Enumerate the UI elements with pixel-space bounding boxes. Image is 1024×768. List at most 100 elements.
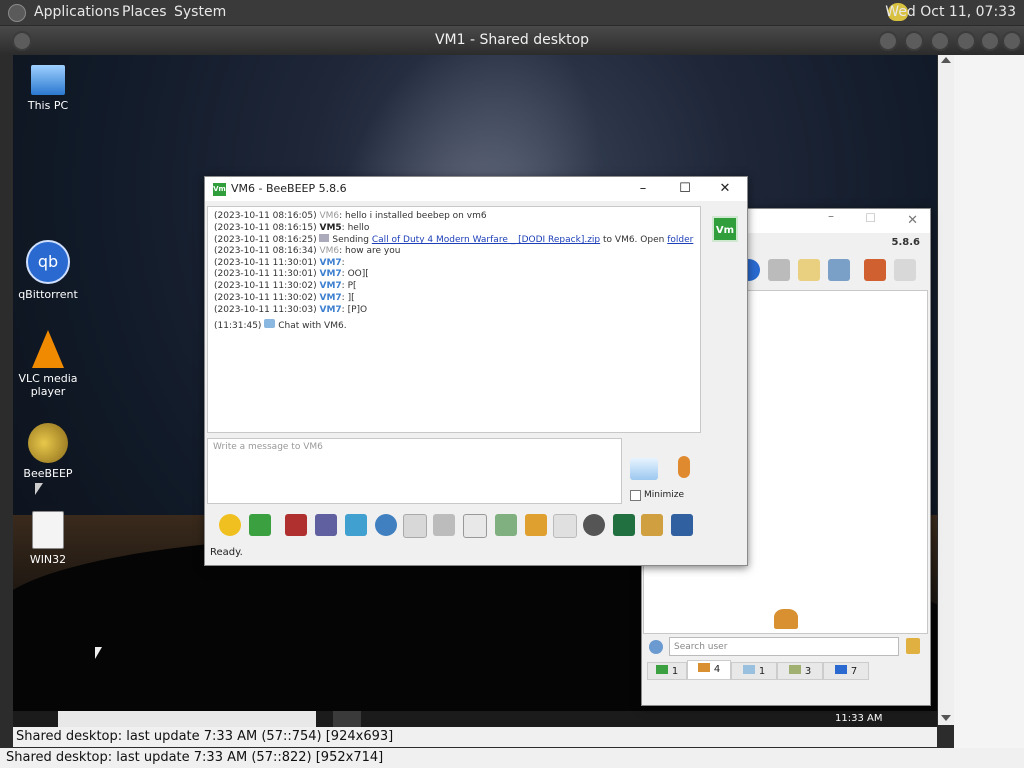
inner-status-bar: Shared desktop: last update 7:33 AM (57:… xyxy=(13,727,937,747)
desktop-icon-qbittorrent[interactable]: qb qBittorrent xyxy=(13,240,88,301)
chat-message: (2023-10-11 11:30:01) VM7: OO][ xyxy=(214,269,369,280)
books-icon[interactable] xyxy=(864,259,886,281)
spellcheck-icon[interactable] xyxy=(403,514,427,538)
tab-count: 1 xyxy=(671,666,679,677)
chat-statusbar: Ready. xyxy=(205,544,745,562)
chat-window-title: VM6 - BeeBEEP 5.8.6 xyxy=(231,182,347,195)
tab-chats[interactable]: 1 xyxy=(647,662,687,680)
menu-places[interactable]: Places xyxy=(122,4,167,20)
filter-icon[interactable] xyxy=(345,514,367,536)
emoticon-icon[interactable] xyxy=(219,514,241,536)
vertical-scrollbar[interactable] xyxy=(938,55,954,725)
send-folder-icon[interactable] xyxy=(525,514,547,536)
chat-message-file: (2023-10-11 08:16:25) Sending Call of Du… xyxy=(214,234,694,246)
vm-titlebar[interactable]: VM1 - Shared desktop xyxy=(0,26,1024,54)
chat-toolbar xyxy=(205,510,699,540)
trash-icon[interactable] xyxy=(894,259,916,281)
chat-titlebar[interactable]: Vm VM6 - BeeBEEP 5.8.6 – ☐ ✕ xyxy=(205,177,747,201)
microphone-icon[interactable] xyxy=(678,456,690,478)
chat-message: (2023-10-11 11:30:02) VM7: ][ xyxy=(214,292,355,303)
messages-icon xyxy=(742,665,755,674)
chat-message: (2023-10-11 08:16:05) VM6: hello i insta… xyxy=(214,211,487,221)
groups-icon xyxy=(788,665,801,674)
gnome-menu-icon[interactable] xyxy=(8,4,26,22)
maximize-icon[interactable]: ☐ xyxy=(665,177,705,201)
outer-status-bar: Shared desktop: last update 7:33 AM (57:… xyxy=(0,748,1024,768)
color-icon[interactable] xyxy=(315,514,337,536)
desktop-icon-win32[interactable]: WIN32 xyxy=(13,511,88,566)
script-icon xyxy=(32,511,64,549)
chat-message: (2023-10-11 11:30:03) VM7: [P]O xyxy=(214,304,368,315)
minimize-icon[interactable]: – xyxy=(828,209,834,223)
desktop-icon-this-pc[interactable]: This PC xyxy=(13,65,88,112)
desktop-icon-beebeep[interactable]: BeeBEEP xyxy=(13,423,88,480)
note-icon[interactable] xyxy=(463,514,487,538)
chat-icon xyxy=(655,665,668,674)
tab-users[interactable]: 4 xyxy=(687,660,731,680)
file-link[interactable]: Call of Duty 4 Modern Warfare _ [DODI Re… xyxy=(372,235,600,245)
sticky-button[interactable] xyxy=(904,31,924,51)
main-tabbar: 1 4 1 3 7 xyxy=(643,660,926,682)
user-avatar[interactable]: Vm xyxy=(712,216,738,242)
close-icon[interactable]: ✕ xyxy=(907,213,918,228)
maximize-icon[interactable]: ☐ xyxy=(865,211,876,225)
version-label: 5.8.6 xyxy=(891,237,920,248)
desktop-icon-label: BeeBEEP xyxy=(23,467,73,480)
taskbar-search[interactable] xyxy=(58,711,316,727)
tab-count: 3 xyxy=(804,666,812,677)
desktop-share-icon[interactable] xyxy=(613,514,635,536)
beebeep-app-icon: Vm xyxy=(213,183,226,196)
top-panel: Applications Places System Wed Oct 11, 0… xyxy=(0,0,1024,25)
chat-message: (2023-10-11 11:30:01) VM7: xyxy=(214,257,345,268)
clear-search-icon[interactable] xyxy=(906,638,920,654)
font-icon[interactable] xyxy=(285,514,307,536)
send-message-icon[interactable] xyxy=(630,458,658,480)
close-icon[interactable]: ✕ xyxy=(705,177,745,201)
qbittorrent-icon: qb xyxy=(26,240,70,284)
maximize-button[interactable] xyxy=(980,31,1000,51)
above-button[interactable] xyxy=(930,31,950,51)
scroll-up-icon[interactable] xyxy=(941,57,951,63)
chat-bubble-icon xyxy=(264,319,276,329)
chat-system-message: (11:31:45) Chat with VM6. xyxy=(214,319,347,332)
save-chat-icon[interactable] xyxy=(641,514,663,536)
minimize-icon[interactable]: – xyxy=(623,177,663,201)
window-menu-icon[interactable] xyxy=(12,31,32,51)
tab-shares[interactable]: 7 xyxy=(823,662,869,680)
mouse-cursor-icon xyxy=(35,483,43,495)
scroll-down-icon[interactable] xyxy=(941,715,951,721)
computer-icon xyxy=(31,65,65,95)
desktop-icon-label: This PC xyxy=(27,99,69,112)
menu-applications[interactable]: Applications xyxy=(34,4,120,20)
background-window-strip xyxy=(954,55,1024,748)
open-folder-link[interactable]: folder xyxy=(667,235,693,245)
message-input[interactable]: Write a message to VM6 xyxy=(207,438,622,504)
tools-icon[interactable] xyxy=(828,259,850,281)
minimize-checkbox[interactable] xyxy=(630,490,641,501)
search-user-input[interactable]: Search user xyxy=(669,637,899,656)
clock[interactable]: Wed Oct 11, 07:33 xyxy=(885,4,1016,20)
tab-groups[interactable]: 3 xyxy=(777,662,823,680)
print-icon[interactable] xyxy=(768,259,790,281)
chat-history[interactable]: (2023-10-11 08:16:05) VM6: hello i insta… xyxy=(207,206,701,433)
settings-icon[interactable] xyxy=(375,514,397,536)
clear-chat-icon[interactable] xyxy=(671,514,693,536)
tab-count: 4 xyxy=(713,664,721,675)
screenshot-icon[interactable] xyxy=(583,514,605,536)
code-icon[interactable] xyxy=(553,514,577,538)
shade-button[interactable] xyxy=(878,31,898,51)
expand-icon[interactable] xyxy=(249,514,271,536)
tab-messages[interactable]: 1 xyxy=(731,662,777,680)
send-file-icon[interactable] xyxy=(495,514,517,536)
users-group-icon xyxy=(774,609,798,629)
image-icon[interactable] xyxy=(433,514,455,536)
users-icon xyxy=(697,663,710,672)
desktop-icon-vlc[interactable]: VLC media player xyxy=(13,330,88,398)
taskbar-app-icon[interactable] xyxy=(333,711,361,727)
menu-system[interactable]: System xyxy=(174,4,226,20)
edit-icon[interactable] xyxy=(798,259,820,281)
minimize-button[interactable] xyxy=(956,31,976,51)
desktop-icon-label: qBittorrent xyxy=(18,288,78,301)
close-button[interactable] xyxy=(1002,31,1022,51)
network-icon[interactable] xyxy=(649,640,663,654)
